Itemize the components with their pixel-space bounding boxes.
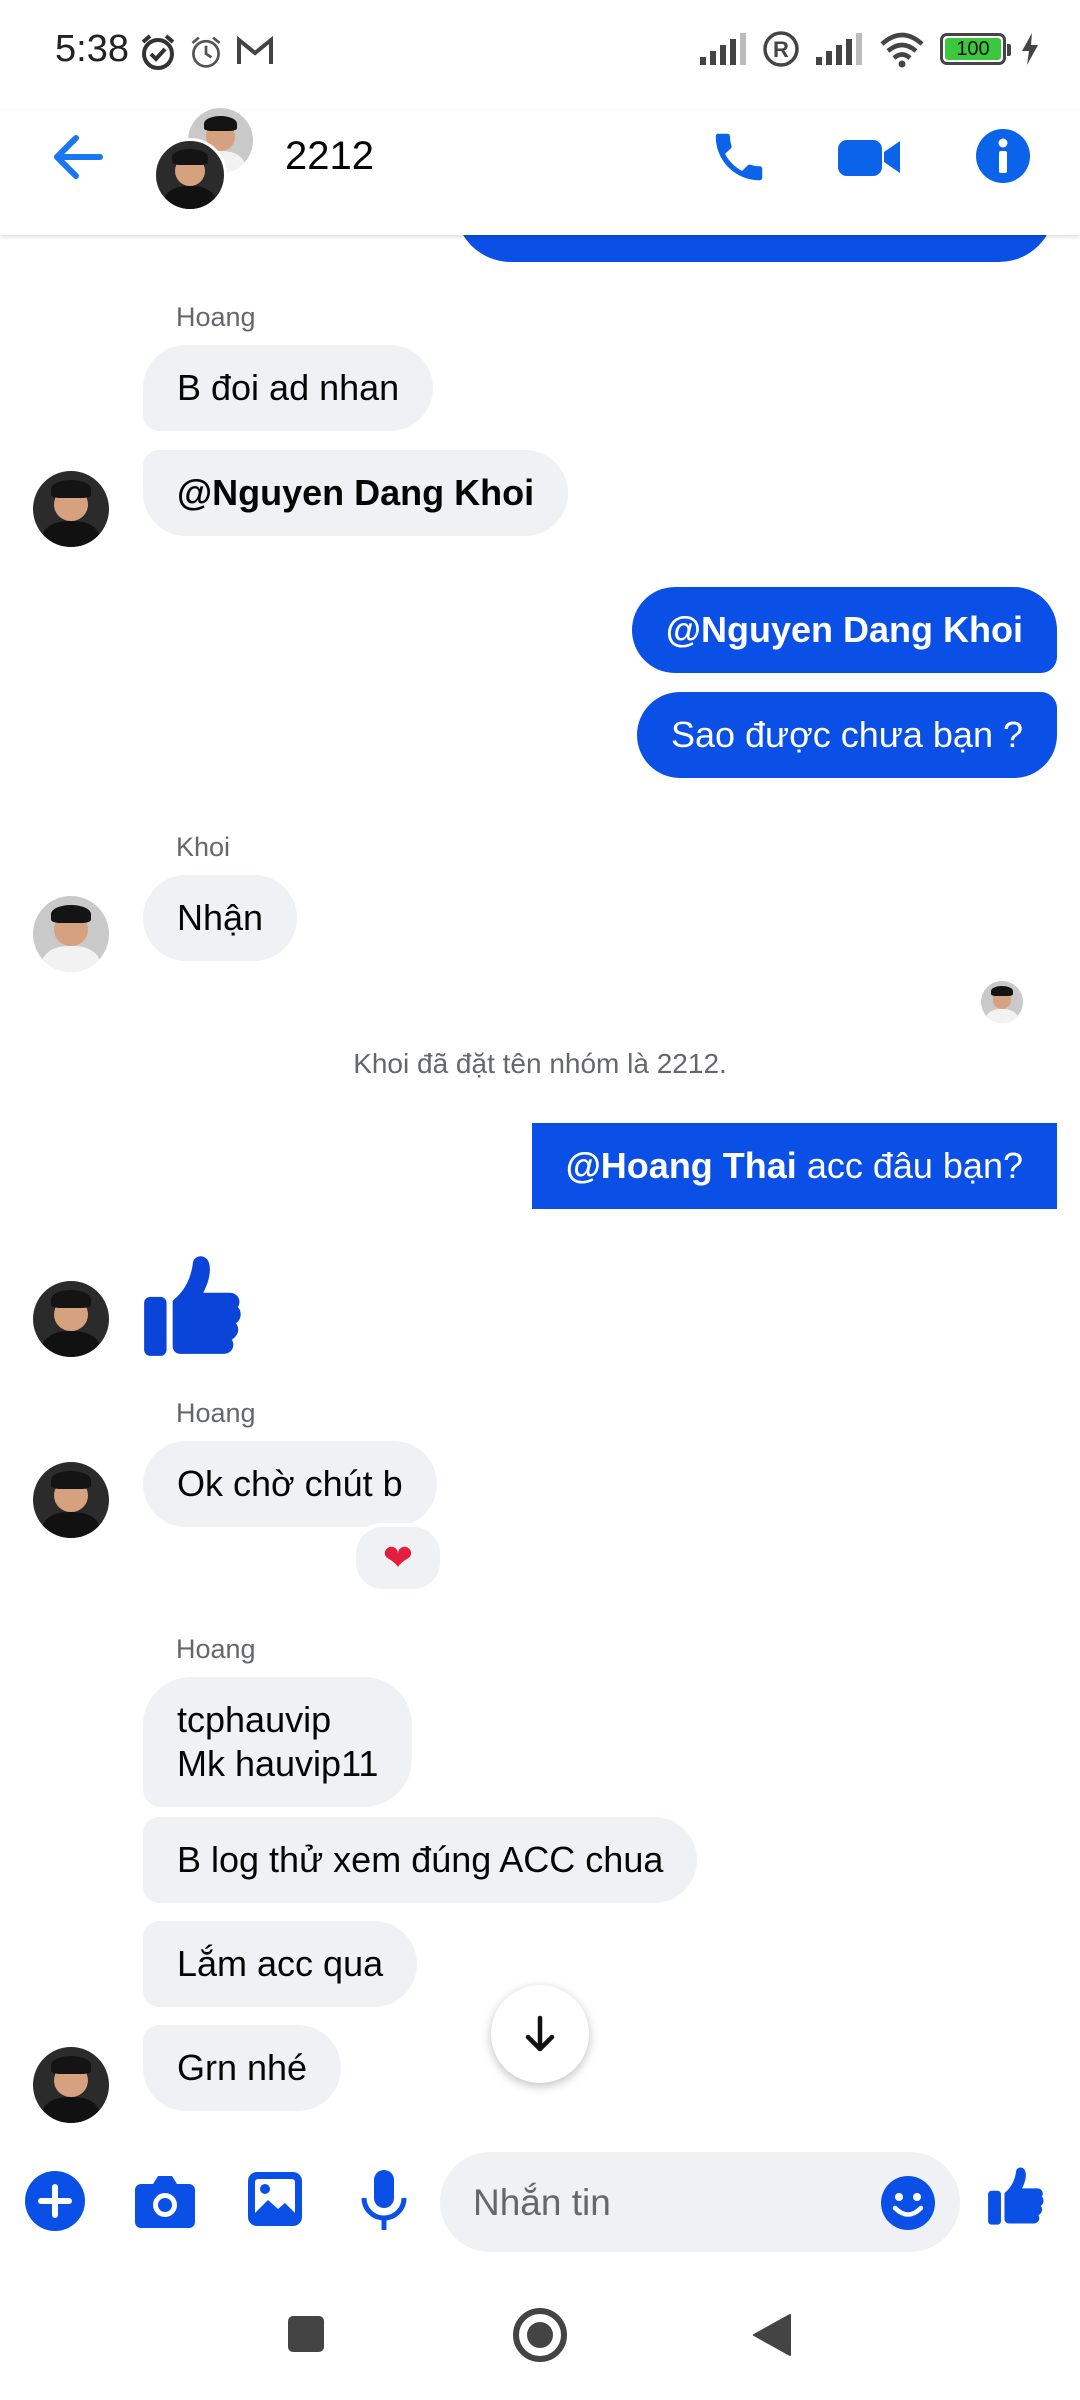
message-input-placeholder: Nhắn tin bbox=[473, 2182, 611, 2223]
info-icon bbox=[976, 129, 1030, 183]
camera-button[interactable] bbox=[133, 2170, 197, 2235]
video-call-button[interactable] bbox=[836, 128, 904, 191]
mention-text[interactable]: @Hoang Thai bbox=[566, 1145, 797, 1186]
thumbs-up-sticker[interactable] bbox=[140, 1252, 242, 1365]
square-icon bbox=[288, 2316, 324, 2352]
alarm-clock-icon bbox=[138, 32, 178, 77]
triangle-back-icon bbox=[753, 2314, 791, 2356]
message-bubble-incoming[interactable]: B đoi ad nhan bbox=[143, 345, 434, 431]
message-bubble-incoming[interactable]: tcphauvip Mk hauvip11 bbox=[143, 1677, 413, 1807]
message-text: acc đâu bạn? bbox=[796, 1145, 1023, 1186]
arrow-left-icon bbox=[54, 135, 103, 179]
wifi-icon bbox=[880, 32, 924, 68]
sender-name: Hoang bbox=[176, 1634, 256, 1664]
phone-icon bbox=[715, 133, 763, 181]
emoji-icon bbox=[881, 2176, 935, 2230]
gmail-icon bbox=[236, 35, 274, 71]
camera-icon bbox=[135, 2176, 195, 2228]
message-bubble-incoming[interactable]: Lắm acc qua bbox=[143, 1921, 418, 2007]
avatar-hoang[interactable] bbox=[33, 1281, 109, 1357]
thumbs-up-icon bbox=[988, 2167, 1044, 2225]
seen-receipt-avatar bbox=[981, 981, 1023, 1023]
battery-level: 100 bbox=[956, 38, 990, 60]
info-button[interactable] bbox=[974, 127, 1032, 190]
image-icon bbox=[248, 2172, 302, 2226]
arrow-down-icon bbox=[525, 2015, 555, 2052]
emoji-button[interactable] bbox=[880, 2175, 936, 2236]
send-like-button[interactable] bbox=[985, 2165, 1045, 2232]
gallery-button[interactable] bbox=[246, 2170, 304, 2233]
charging-icon bbox=[1022, 33, 1038, 65]
signal-icon bbox=[700, 33, 746, 65]
message-bubble-incoming[interactable]: Nhận bbox=[143, 875, 298, 961]
group-avatar-primary[interactable] bbox=[153, 138, 227, 212]
circle-icon bbox=[513, 2308, 567, 2362]
sender-name: Khoi bbox=[176, 832, 231, 862]
message-bubble-incoming[interactable]: Ok chờ chút b bbox=[143, 1441, 437, 1527]
video-camera-icon bbox=[838, 140, 900, 176]
svg-text:R: R bbox=[773, 37, 789, 62]
system-message: Khoi đã đặt tên nhóm là 2212. bbox=[353, 1048, 727, 1079]
alarm-icon bbox=[188, 34, 224, 75]
voice-message-button[interactable] bbox=[358, 2168, 410, 2237]
registered-icon: R bbox=[763, 31, 799, 67]
avatar-khoi[interactable] bbox=[33, 896, 109, 972]
voice-call-button[interactable] bbox=[708, 126, 770, 193]
scroll-to-bottom-button[interactable] bbox=[491, 1985, 589, 2083]
message-bubble-outgoing-mention[interactable]: @Nguyen Dang Khoi bbox=[631, 587, 1057, 673]
battery-icon: 100 bbox=[940, 33, 1011, 65]
avatar-hoang[interactable] bbox=[33, 1462, 109, 1538]
plus-icon bbox=[25, 2171, 85, 2231]
heart-reaction-icon: ❤ bbox=[382, 1537, 414, 1578]
message-bubble-outgoing[interactable]: Sao được chưa bạn ? bbox=[636, 692, 1057, 778]
sender-name: Hoang bbox=[176, 1398, 256, 1428]
status-icons: R 100 bbox=[698, 30, 1040, 68]
back-nav-button[interactable] bbox=[752, 2313, 792, 2362]
message-bubble-incoming[interactable]: B log thử xem đúng ACC chua bbox=[143, 1817, 698, 1903]
signal-icon bbox=[816, 33, 862, 65]
message-bubble-incoming[interactable]: Grn nhé bbox=[143, 2025, 342, 2111]
avatar-hoang[interactable] bbox=[33, 2047, 109, 2123]
microphone-icon bbox=[361, 2170, 407, 2230]
message-bubble-outgoing[interactable]: @Hoang Thai acc đâu bạn? bbox=[531, 1123, 1057, 1209]
sender-name: Hoang bbox=[176, 302, 256, 332]
conversation-title[interactable]: 2212 bbox=[285, 134, 374, 179]
back-button[interactable] bbox=[48, 128, 106, 191]
recents-button[interactable] bbox=[287, 2315, 325, 2358]
thumbs-up-icon bbox=[144, 1256, 241, 1356]
message-bubble-incoming-mention[interactable]: @Nguyen Dang Khoi bbox=[143, 450, 569, 536]
home-button[interactable] bbox=[512, 2307, 568, 2368]
more-actions-button[interactable] bbox=[24, 2170, 86, 2237]
reaction-badge[interactable]: ❤ bbox=[352, 1523, 444, 1593]
status-time: 5:38 bbox=[55, 28, 129, 70]
avatar-hoang[interactable] bbox=[33, 471, 109, 547]
